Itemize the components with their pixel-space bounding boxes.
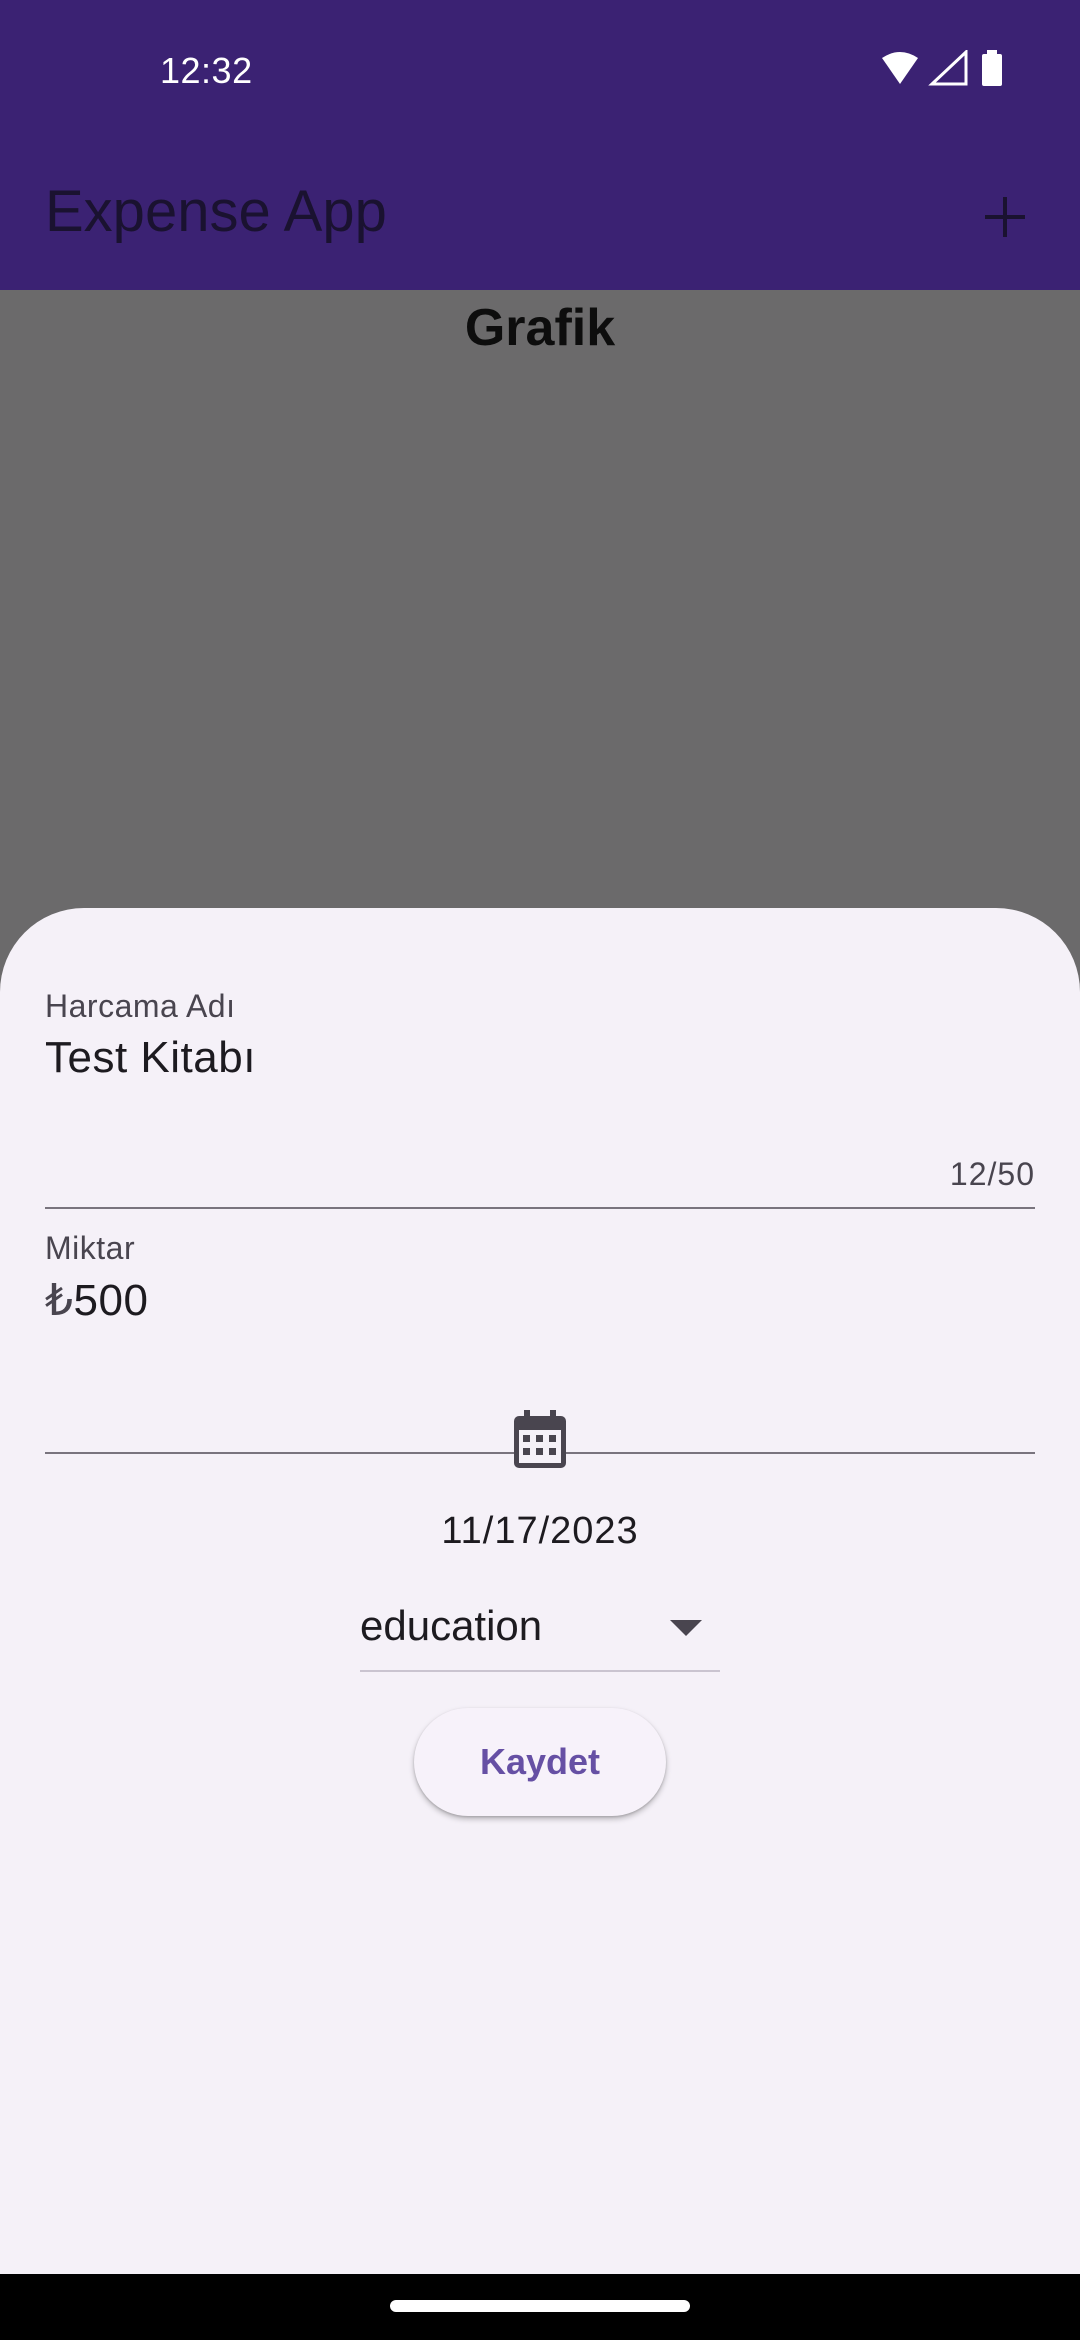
amount-label: Miktar [45,1230,136,1266]
expense-name-counter: 12/50 [949,1156,1035,1192]
expense-name-label: Harcama Adı [45,988,236,1024]
expense-name-input[interactable]: Test Kitabı [45,1033,256,1083]
date-picker-button[interactable] [508,1408,572,1472]
selected-date: 11/17/2023 [441,1510,639,1552]
category-selected: education [360,1602,543,1649]
app-bar: Expense App [0,140,1080,290]
plus-icon [985,197,1025,237]
amount-input[interactable]: 500 [74,1276,149,1325]
status-bar: 12:32 [0,0,1080,140]
add-expense-button[interactable] [960,172,1050,262]
wifi-icon [882,52,918,84]
expense-name-field[interactable]: Harcama Adı Test Kitabı [45,988,1035,1209]
app-title: Expense App [45,179,387,244]
navigation-bar [0,2274,1080,2340]
status-icons-graphic [882,48,1002,86]
app-root: 12:32 Expense App Grafik Harcama Adı Tes… [0,0,1080,2340]
currency-prefix: ₺ [45,1276,74,1325]
signal-icon [928,48,968,86]
status-icons [880,48,1010,90]
home-gesture-handle[interactable] [390,2300,690,2312]
amount-input-row[interactable]: ₺500 [45,1275,148,1326]
status-time: 12:32 [160,50,253,91]
expense-name-underline [45,1207,1035,1209]
chart-title: Grafik [464,299,616,357]
dropdown-underline [360,1670,720,1672]
battery-icon [982,50,1002,86]
save-button[interactable]: Kaydet [414,1708,666,1816]
calendar-icon [514,1410,566,1468]
dropdown-arrow-icon [670,1620,702,1636]
category-dropdown[interactable]: education [360,1590,720,1672]
